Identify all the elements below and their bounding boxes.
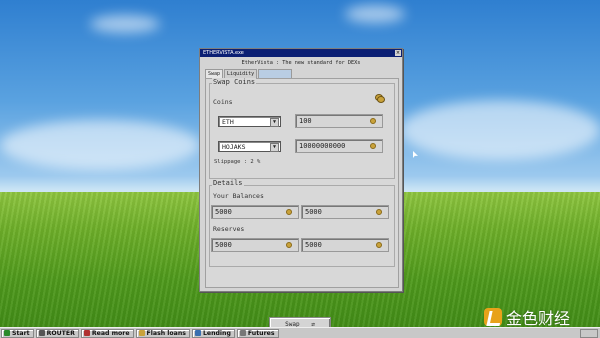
to-amount-value: 10000000000: [299, 142, 346, 150]
watermark-text: 金色财经: [506, 309, 571, 328]
coin-icon: [286, 209, 292, 215]
tab-bar: Swap Liquidity: [205, 69, 293, 78]
taskbar-futures-button[interactable]: Futures: [236, 328, 279, 338]
cloud: [0, 120, 200, 170]
start-icon: [4, 330, 10, 336]
reserve-value-1: 5000: [215, 241, 232, 249]
taskbar-flash-loans-label: Flash loans: [146, 329, 186, 337]
system-tray[interactable]: [580, 328, 598, 338]
window-titlebar[interactable]: ETHERVISTA.exe ×: [200, 49, 402, 57]
chevron-down-icon[interactable]: ▼: [270, 118, 279, 127]
reserve-value-2: 5000: [305, 241, 322, 249]
cloud: [400, 100, 600, 160]
app-window: ETHERVISTA.exe × EtherVista : The new st…: [199, 48, 403, 331]
taskbar-flash-loans-button[interactable]: Flash loans: [135, 328, 190, 338]
details-title: Details: [212, 179, 244, 187]
coin-icon: [286, 242, 292, 248]
tab-extra[interactable]: [258, 69, 293, 78]
tab-swap[interactable]: Swap: [205, 69, 224, 78]
chart-icon: [239, 330, 246, 336]
from-token-value: ETH: [222, 118, 234, 126]
from-amount-input[interactable]: 100: [295, 114, 383, 128]
router-icon: [38, 330, 45, 336]
taskbar-lending-label: Lending: [202, 329, 231, 337]
cloud: [345, 5, 405, 23]
from-token-select[interactable]: ETH ▼: [218, 116, 281, 127]
reserve-field-2: 5000: [301, 238, 389, 252]
app-subtitle: EtherVista : The new standard for DEXs: [241, 60, 361, 66]
swap-coins-title: Swap Coins: [212, 78, 257, 86]
to-token-select[interactable]: HOJAKS ▼: [218, 141, 281, 152]
document-icon: [83, 330, 90, 336]
balance-field-1: 5000: [211, 205, 299, 219]
to-token-value: HOJAKS: [222, 143, 246, 151]
taskbar-read-more-button[interactable]: Read more: [80, 328, 134, 338]
balance-value-2: 5000: [305, 208, 322, 216]
coins-stack-icon: [375, 94, 385, 103]
reserves-label: Reserves: [213, 225, 245, 233]
balance-value-1: 5000: [215, 208, 232, 216]
chevron-down-icon[interactable]: ▼: [270, 143, 279, 152]
coin-icon: [370, 143, 376, 149]
coin-icon: [376, 242, 382, 248]
taskbar-lending-button[interactable]: Lending: [191, 328, 235, 338]
from-amount-value: 100: [299, 117, 312, 125]
swap-panel: Swap Coins Coins ETH ▼ 100 HOJAKS ▼ 1000…: [205, 78, 399, 288]
watermark-logo-icon: [484, 308, 502, 326]
coin-icon: [376, 209, 382, 215]
balance-field-2: 5000: [301, 205, 389, 219]
to-amount-input[interactable]: 10000000000: [295, 139, 383, 153]
coins-label: Coins: [213, 98, 233, 106]
coin-icon: [370, 118, 376, 124]
window-title: ETHERVISTA.exe: [203, 50, 244, 56]
taskbar-router-label: ROUTER: [46, 329, 75, 337]
taskbar-futures-label: Futures: [247, 329, 275, 337]
slippage-label: Slippage : 2 %: [214, 159, 261, 165]
taskbar-start-button[interactable]: Start: [1, 328, 34, 338]
lightning-icon: [138, 330, 145, 336]
tab-liquidity[interactable]: Liquidity: [224, 69, 258, 78]
reserve-field-1: 5000: [211, 238, 299, 252]
globe-icon: [194, 330, 201, 336]
taskbar-read-more-label: Read more: [91, 329, 130, 337]
close-button[interactable]: ×: [395, 50, 401, 56]
watermark: 金色财经: [484, 305, 570, 329]
cloud: [90, 15, 160, 33]
taskbar-router-button[interactable]: ROUTER: [35, 328, 79, 338]
your-balances-label: Your Balances: [213, 192, 264, 200]
taskbar-start-label: Start: [12, 329, 30, 337]
